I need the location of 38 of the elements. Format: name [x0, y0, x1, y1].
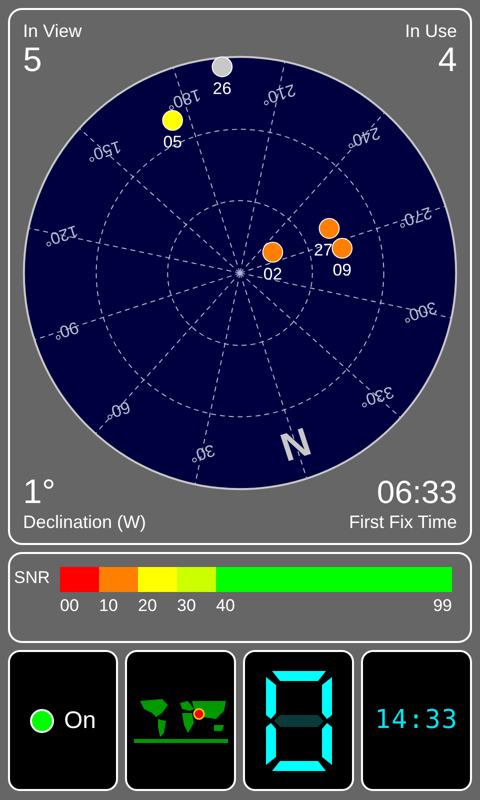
satellite-number: 27	[314, 240, 333, 260]
in-view-count: 5	[23, 42, 43, 78]
north-label: N	[275, 420, 316, 470]
satellite-number: 09	[332, 260, 352, 280]
azimuth-label: 210°	[258, 80, 298, 110]
snr-label: SNR	[14, 567, 51, 589]
in-use-label: In Use	[404, 20, 457, 42]
satellite-number: 02	[263, 264, 282, 284]
snr-tick-label: 20	[138, 595, 158, 617]
status-label: On	[64, 706, 96, 736]
gps-status-tile[interactable]: On	[8, 650, 118, 791]
snr-tick-label: 40	[216, 595, 236, 617]
snr-tick-label: 10	[99, 595, 119, 617]
azimuth-label: 300°	[400, 298, 440, 327]
azimuth-label: 90°	[50, 318, 81, 344]
digit-tile[interactable]	[243, 650, 354, 791]
in-use-count: 4	[438, 42, 457, 78]
azimuth-label: 330°	[357, 382, 396, 412]
azimuth-label: 150°	[84, 136, 124, 166]
in-view-label: In View	[23, 20, 82, 42]
azimuth-label: 270°	[395, 202, 434, 232]
snr-tick-label: 99	[433, 595, 452, 617]
satellite-number: 05	[163, 132, 182, 152]
fix-time-value: 06:33	[376, 473, 457, 511]
clock-tile[interactable]: 14:33	[361, 650, 472, 791]
declination-label: Declination (W)	[23, 511, 146, 533]
azimuth-label: 240°	[344, 123, 383, 152]
world-map-tile[interactable]	[125, 650, 236, 791]
azimuth-label: 180°	[164, 85, 204, 114]
snr-tick-label: 00	[60, 595, 80, 617]
declination-value: 1°	[23, 473, 57, 511]
snr-tick-label: 30	[177, 595, 197, 617]
azimuth-label: 60°	[102, 397, 133, 424]
fix-time-label: First Fix Time	[349, 511, 457, 533]
azimuth-label: 30°	[187, 440, 218, 466]
satellite-number: 26	[212, 79, 232, 98]
clock-time: 14:33	[374, 704, 458, 737]
azimuth-label: 120°	[41, 221, 80, 250]
